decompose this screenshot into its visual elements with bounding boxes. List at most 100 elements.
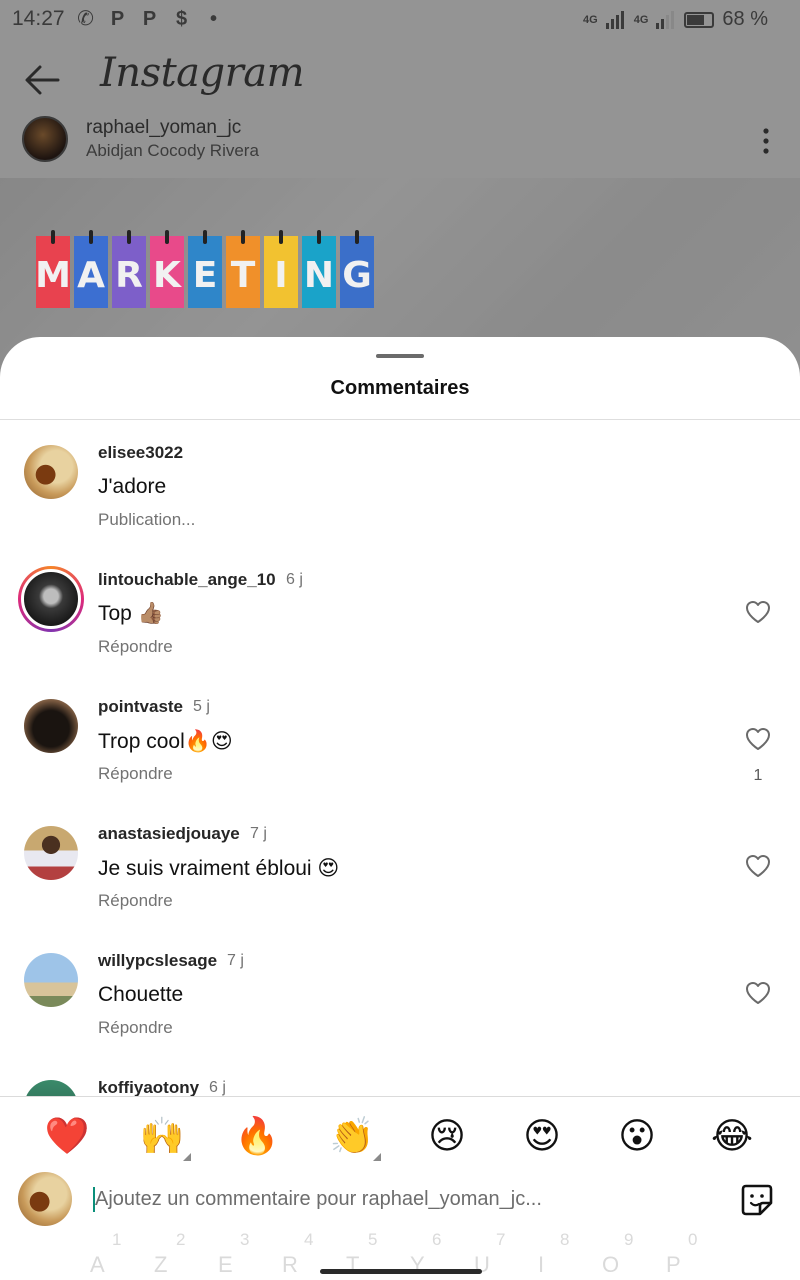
- sheet-grab-handle[interactable]: [376, 354, 424, 358]
- comment-item: anastasiedjouaye 7 j Je suis vraiment éblo…: [0, 801, 800, 928]
- keyboard-key: O: [602, 1252, 620, 1277]
- comment-username[interactable]: anastasiedjouaye: [98, 824, 240, 844]
- comment-item: lintouchable_ange_10 6 j Top 👍🏽 Répondre: [0, 547, 800, 674]
- marketing-letter-card: G: [340, 230, 374, 308]
- reply-button[interactable]: Répondre: [98, 637, 173, 657]
- home-indicator[interactable]: [320, 1269, 482, 1274]
- avatar[interactable]: [24, 699, 78, 753]
- tears-of-joy-emoji-button[interactable]: 😂: [709, 1113, 755, 1159]
- quick-emoji-bar: ❤️ 🙌 🔥 👏 😢 😍 😮 😂: [0, 1113, 800, 1161]
- clapping-hands-emoji-button[interactable]: 👏: [329, 1113, 381, 1161]
- paypal-icon: P: [142, 8, 157, 30]
- keyboard-key: 1: [112, 1230, 122, 1249]
- like-count: 1: [753, 767, 763, 784]
- fire-emoji: 🔥: [234, 1115, 280, 1156]
- heart-eyes-emoji: 😍: [523, 1115, 561, 1156]
- signal-bars-icon: [605, 10, 624, 29]
- keyboard-key: 6: [432, 1230, 442, 1249]
- marketing-letter-card: M: [35, 230, 71, 308]
- comment-username[interactable]: elisee3022: [98, 443, 183, 463]
- comment-item: elisee3022 J'adore Publication...: [0, 420, 800, 547]
- keyboard-key: A: [90, 1252, 105, 1277]
- sticker-icon[interactable]: [740, 1183, 774, 1217]
- comment-text: Je suis vraiment ébloui 😍: [98, 857, 340, 880]
- comment-text: Trop cool🔥😍: [98, 730, 233, 753]
- red-heart-emoji-button[interactable]: ❤️: [44, 1113, 90, 1159]
- sheet-title: Commentaires: [330, 377, 470, 399]
- dot-icon: •: [210, 8, 218, 30]
- keyboard-key: E: [218, 1252, 233, 1277]
- status-bar: 14:27 ✆ P P $ • 4G 4G 68 %: [0, 0, 800, 38]
- avatar[interactable]: [24, 1080, 78, 1096]
- comment-input[interactable]: [95, 1181, 715, 1217]
- comment-username[interactable]: lintouchable_ange_10: [98, 570, 276, 590]
- comment-time: 6 j: [286, 571, 303, 588]
- battery-percent: 68 %: [722, 8, 768, 30]
- crying-face-emoji: 😢: [428, 1115, 466, 1156]
- signal-bars-icon: [656, 10, 675, 29]
- battery-icon: [684, 11, 715, 28]
- skin-tone-indicator-icon: [373, 1153, 381, 1161]
- avatar[interactable]: [24, 953, 78, 1007]
- comment-item: pointvaste 5 j Trop cool🔥😍 Répondre 1: [0, 674, 800, 801]
- keyboard-key: 3: [240, 1230, 250, 1249]
- comment-time: 7 j: [250, 825, 267, 842]
- post-author[interactable]: raphael_yoman_jc Abidjan Cocody Rivera: [22, 116, 259, 162]
- keyboard-key: Y: [410, 1252, 425, 1277]
- app-title: Instagram: [100, 50, 305, 96]
- avatar[interactable]: [22, 116, 68, 162]
- avatar[interactable]: [24, 826, 78, 880]
- marketing-letter-card: K: [150, 230, 184, 308]
- avatar[interactable]: [24, 445, 78, 499]
- surprised-face-emoji-button[interactable]: 😮: [614, 1113, 660, 1159]
- keyboard-key: 7: [496, 1230, 506, 1249]
- comment-time: 6 j: [209, 1079, 226, 1096]
- keyboard-key: R: [282, 1252, 298, 1277]
- heart-eyes-emoji-button[interactable]: 😍: [519, 1113, 565, 1159]
- reply-button[interactable]: Répondre: [98, 764, 173, 784]
- comment-status[interactable]: Publication...: [98, 510, 195, 530]
- post-username[interactable]: raphael_yoman_jc: [86, 117, 259, 139]
- comments-list[interactable]: elisee3022 J'adore Publication... lintoucha…: [0, 420, 800, 1096]
- reply-button[interactable]: Répondre: [98, 1018, 173, 1038]
- keyboard-key: 4: [304, 1230, 314, 1249]
- keyboard-key: 8: [560, 1230, 570, 1249]
- reply-button[interactable]: Répondre: [98, 891, 173, 911]
- marketing-letter-card: I: [264, 230, 298, 308]
- keyboard-key: P: [666, 1252, 681, 1277]
- raising-hands-emoji-button[interactable]: 🙌: [139, 1113, 191, 1161]
- marketing-letter-card: R: [112, 230, 146, 308]
- comment-time: 7 j: [227, 952, 244, 969]
- status-right: 4G 4G 68 %: [583, 8, 768, 31]
- comment-text: Chouette: [98, 983, 184, 1006]
- divider: [0, 1096, 800, 1097]
- post-location[interactable]: Abidjan Cocody Rivera: [86, 141, 259, 161]
- avatar[interactable]: [18, 566, 84, 632]
- heart-icon[interactable]: [745, 600, 771, 624]
- marketing-letter-card: N: [302, 230, 336, 308]
- heart-icon[interactable]: [745, 981, 771, 1005]
- comment-text: Top 👍🏽: [98, 602, 164, 625]
- comment-text: J'adore: [98, 475, 167, 498]
- red-heart-emoji: ❤️: [44, 1115, 90, 1156]
- crying-face-emoji-button[interactable]: 😢: [424, 1113, 470, 1159]
- arrow-left-icon[interactable]: [22, 60, 62, 100]
- keyboard-key: 0: [688, 1230, 698, 1249]
- clapping-hands-emoji: 👏: [329, 1115, 375, 1156]
- more-options-icon[interactable]: [756, 126, 776, 156]
- keyboard-key: Z: [154, 1252, 168, 1277]
- comment-username[interactable]: willypcslesage: [98, 951, 217, 971]
- comment-item: koffiyaotony 6 j: [0, 1055, 800, 1096]
- comments-sheet: Commentaires elisee3022 J'adore Publicatio…: [0, 337, 800, 1280]
- fire-emoji-button[interactable]: 🔥: [234, 1113, 280, 1159]
- comment-username[interactable]: pointvaste: [98, 697, 183, 717]
- comment-composer: [0, 1169, 800, 1229]
- paypal-icon: P: [110, 8, 125, 30]
- comment-username[interactable]: koffiyaotony: [98, 1078, 199, 1096]
- heart-icon[interactable]: [745, 854, 771, 878]
- signal-icon-2: 4G: [633, 13, 649, 26]
- surprised-face-emoji: 😮: [618, 1115, 656, 1156]
- marketing-letter-card: A: [74, 230, 108, 308]
- heart-icon[interactable]: [745, 727, 771, 751]
- marketing-letter-card: E: [188, 230, 222, 308]
